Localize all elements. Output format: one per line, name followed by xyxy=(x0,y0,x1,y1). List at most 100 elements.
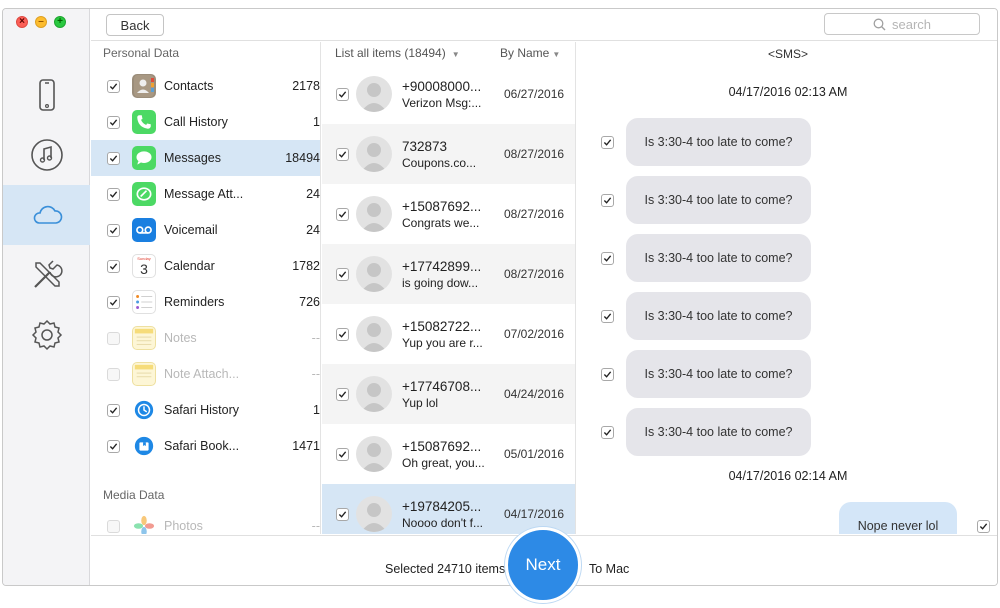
left-rail: × – + xyxy=(3,9,90,585)
message-sender: 732873 xyxy=(402,138,448,154)
checkbox[interactable] xyxy=(977,520,990,533)
message-sender: +15082722... xyxy=(402,318,482,334)
media-data-label: Media Data xyxy=(103,488,165,502)
checkbox[interactable] xyxy=(107,439,120,453)
checkbox[interactable] xyxy=(336,387,349,401)
message-row[interactable]: +15087692... Oh great, you... 05/01/2016 xyxy=(322,424,575,484)
checkbox[interactable] xyxy=(336,507,349,521)
checkbox[interactable] xyxy=(336,447,349,461)
rail-tools[interactable] xyxy=(3,245,90,305)
message-date: 08/27/2016 xyxy=(504,147,565,161)
checkbox[interactable] xyxy=(336,327,349,341)
checkbox[interactable] xyxy=(107,259,120,273)
checkbox[interactable] xyxy=(336,207,349,221)
category-safari-history[interactable]: Safari History 1 xyxy=(91,392,320,428)
checkbox[interactable] xyxy=(107,79,120,93)
safari-bookmark-icon xyxy=(132,434,156,458)
category-panel: Personal Data Contacts 2178 Call History… xyxy=(91,42,321,534)
checkbox[interactable] xyxy=(601,368,614,381)
rail-device[interactable] xyxy=(3,65,90,125)
category-count: 726 xyxy=(299,295,320,309)
category-name: Safari Book... xyxy=(164,439,240,453)
minimize-button[interactable]: – xyxy=(35,16,47,28)
rail-settings[interactable] xyxy=(3,305,90,365)
rail-music[interactable] xyxy=(3,125,90,185)
sort-dropdown[interactable]: By Name ▼ xyxy=(500,46,560,60)
avatar xyxy=(356,496,392,532)
next-button[interactable]: Next xyxy=(505,527,581,603)
rail-icloud[interactable] xyxy=(3,185,90,245)
message-row[interactable]: +15087692... Congrats we... 08/27/2016 xyxy=(322,184,575,244)
zoom-button[interactable]: + xyxy=(54,16,66,28)
checkbox[interactable] xyxy=(336,87,349,101)
category-safari-bookmarks[interactable]: Safari Book... 1471 xyxy=(91,428,320,464)
message-sender: +90008000... xyxy=(402,78,482,94)
message-row[interactable]: +15082722... Yup you are r... 07/02/2016 xyxy=(322,304,575,364)
settings-icon xyxy=(31,319,62,351)
selected-count: Selected 24710 items xyxy=(385,562,506,576)
category-count: 24 xyxy=(306,187,320,201)
conversation-panel: <SMS> 04/17/2016 02:13 AM Is 3:30-4 too … xyxy=(577,42,997,534)
close-icon: × xyxy=(19,16,25,27)
message-row[interactable]: +17746708... Yup lol 04/24/2016 xyxy=(322,364,575,424)
checkbox[interactable] xyxy=(336,147,349,161)
destination-label: To Mac xyxy=(589,562,630,576)
phone-icon xyxy=(132,110,156,134)
category-calendar[interactable]: Sunday 3 Calendar 1782 xyxy=(91,248,320,284)
voicemail-icon xyxy=(132,218,156,242)
category-call-history[interactable]: Call History 1 xyxy=(91,104,320,140)
list-all-label: List all items (18494) xyxy=(335,46,446,60)
note-attachment-icon xyxy=(132,362,156,386)
category-name: Voicemail xyxy=(164,223,218,237)
reminders-icon xyxy=(132,290,156,314)
category-name: Note Attach... xyxy=(164,367,240,381)
chevron-down-icon: ▼ xyxy=(451,50,460,59)
category-messages[interactable]: Messages 18494 xyxy=(91,140,320,176)
list-header: List all items (18494) ▼ By Name ▼ xyxy=(322,42,575,64)
personal-data-label: Personal Data xyxy=(103,46,180,60)
checkbox[interactable] xyxy=(601,426,614,439)
category-reminders[interactable]: Reminders 726 xyxy=(91,284,320,320)
category-count: -- xyxy=(311,519,320,533)
message-row[interactable]: +90008000... Verizon Msg:... 06/27/2016 xyxy=(322,64,575,124)
timestamp: 04/17/2016 02:14 AM xyxy=(728,469,848,483)
avatar xyxy=(356,256,392,292)
search-icon xyxy=(873,18,886,30)
calendar-icon: Sunday 3 xyxy=(132,254,156,278)
category-name: Calendar xyxy=(164,259,215,273)
contacts-icon xyxy=(132,74,156,98)
checkbox[interactable] xyxy=(107,223,120,237)
category-voicemail[interactable]: Voicemail 24 xyxy=(91,212,320,248)
checkbox[interactable] xyxy=(107,295,120,309)
checkbox[interactable] xyxy=(336,267,349,281)
list-all-dropdown[interactable]: List all items (18494) ▼ xyxy=(335,46,460,60)
category-contacts[interactable]: Contacts 2178 xyxy=(91,68,320,104)
message-preview: Yup lol xyxy=(402,395,439,410)
message-row[interactable]: 732873 Coupons.co... 08/27/2016 xyxy=(322,124,575,184)
category-notes: Notes -- xyxy=(91,320,320,356)
close-button[interactable]: × xyxy=(16,16,28,28)
message-bubble-row: Is 3:30-4 too late to come? xyxy=(577,292,997,342)
checkbox[interactable] xyxy=(601,252,614,265)
checkbox[interactable] xyxy=(601,194,614,207)
category-message-attachments[interactable]: Message Att... 24 xyxy=(91,176,320,212)
checkbox xyxy=(107,331,120,345)
person-icon xyxy=(361,263,387,292)
message-row[interactable]: +17742899... is going dow... 08/27/2016 xyxy=(322,244,575,304)
checkbox[interactable] xyxy=(601,136,614,149)
search-input[interactable]: search xyxy=(824,13,980,35)
checkbox[interactable] xyxy=(107,151,120,165)
message-bubble-row: Is 3:30-4 too late to come? xyxy=(577,176,997,226)
checkbox[interactable] xyxy=(601,310,614,323)
checkbox[interactable] xyxy=(107,403,120,417)
category-name: Photos xyxy=(164,519,203,533)
avatar xyxy=(356,136,392,172)
message-date: 07/02/2016 xyxy=(504,327,565,341)
incoming-bubble: Is 3:30-4 too late to come? xyxy=(626,118,811,166)
checkbox[interactable] xyxy=(107,115,120,129)
conversation-title: <SMS> xyxy=(767,47,809,61)
back-button[interactable]: Back xyxy=(106,14,164,36)
message-preview: Verizon Msg:... xyxy=(402,95,482,110)
checkbox[interactable] xyxy=(107,187,120,201)
avatar xyxy=(356,196,392,232)
